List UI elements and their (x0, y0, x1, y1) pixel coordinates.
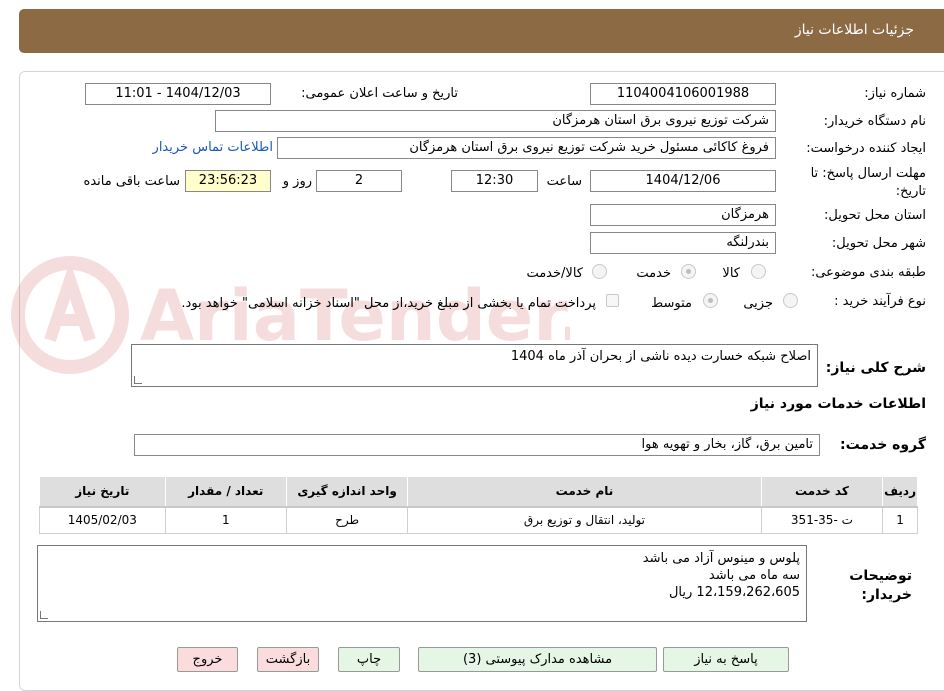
cell-need-date: 1405/02/03 (39, 506, 166, 534)
col-header-unit: واحد اندازه گیری (285, 476, 409, 508)
category-option-goods: کالا (722, 266, 740, 281)
time-label: ساعت (546, 174, 582, 189)
category-radio-goods[interactable] (751, 264, 766, 279)
print-button[interactable]: چاپ (338, 647, 400, 672)
days-label: روز و (282, 174, 312, 189)
process-label: نوع فرآیند خرید : (834, 294, 926, 309)
need-number-field: 1104004106001988 (590, 83, 776, 105)
requester-field: فروغ کاکائی مسئول خرید شرکت توزیع نیروی … (277, 137, 776, 159)
category-label: طبقه بندی موضوعی: (810, 265, 926, 280)
col-header-row-number: ردیف (882, 476, 918, 508)
contact-buyer-link[interactable]: اطلاعات تماس خریدار (153, 140, 273, 155)
services-table: ردیف کد خدمت نام خدمت واحد اندازه گیری ت… (39, 476, 918, 534)
buyer-org-field: شرکت توزیع نیروی برق استان هرمزگان (215, 110, 776, 132)
resize-grip-icon[interactable] (134, 376, 142, 384)
cell-service-name: تولید، انتقال و توزیع برق (407, 506, 762, 534)
requester-label: ایجاد کننده درخواست: (806, 141, 926, 156)
deadline-label: مهلت ارسال پاسخ: تا (810, 166, 926, 181)
notes-line-2: سه ماه می باشد (708, 568, 800, 583)
announce-field: 1404/12/03 - 11:01 (85, 83, 271, 105)
city-field: بندرلنگه (590, 232, 776, 254)
process-option-minor: جزیی (743, 296, 773, 311)
col-header-quantity: تعداد / مقدار (164, 476, 287, 508)
buyer-notes-textarea[interactable]: پلوس و مینوس آزاد می باشد سه ماه می باشد… (37, 545, 807, 622)
need-number-label: شماره نیاز: (864, 86, 926, 101)
remaining-time-field: 23:56:23 (185, 170, 271, 192)
page-header: جزئیات اطلاعات نیاز (19, 9, 944, 53)
cell-unit: طرح (285, 506, 409, 534)
buyer-org-label: نام دستگاه خریدار: (823, 114, 926, 129)
table-header-row: ردیف کد خدمت نام خدمت واحد اندازه گیری ت… (39, 476, 918, 508)
notes-line-3: 12،159،262،605 ریال (668, 585, 800, 600)
city-label: شهر محل تحویل: (831, 236, 926, 251)
col-header-need-date: تاریخ نیاز (39, 476, 166, 508)
page-title: جزئیات اطلاعات نیاز (794, 22, 914, 38)
exit-button[interactable]: خروج (177, 647, 238, 672)
summary-textarea[interactable]: اصلاح شبکه خسارت دیده ناشی از بحران آذر … (131, 344, 818, 387)
cell-row-number: 1 (882, 506, 918, 534)
back-button[interactable]: بازگشت (257, 647, 319, 672)
payment-note: پرداخت تمام یا بخشی از مبلغ خرید،از محل … (181, 296, 596, 311)
process-option-medium: متوسط (651, 296, 692, 311)
province-field: هرمزگان (590, 204, 776, 226)
process-radio-minor[interactable] (783, 293, 798, 308)
notes-label-buyer: خریدار: (861, 587, 912, 603)
reply-button[interactable]: پاسخ به نیاز (663, 647, 789, 672)
summary-label: شرح کلی نیاز: (825, 360, 926, 376)
category-radio-both[interactable] (592, 264, 607, 279)
days-field: 2 (316, 170, 402, 192)
category-option-both: کالا/خدمت (526, 266, 583, 281)
process-radio-medium[interactable] (703, 293, 718, 308)
remaining-label: ساعت باقی مانده (83, 174, 180, 189)
service-group-field: تامین برق، گاز، بخار و تهویه هوا (134, 434, 820, 456)
attachments-button[interactable]: مشاهده مدارک پیوستی (3) (418, 647, 657, 672)
col-header-service-code: کد خدمت (760, 476, 884, 508)
category-radio-service[interactable] (681, 264, 696, 279)
deadline-label-date: تاریخ: (895, 184, 926, 199)
cell-service-code: ت -35-351 (760, 506, 884, 534)
resize-grip-icon[interactable] (40, 611, 48, 619)
notes-label: توضیحات (849, 568, 912, 584)
announce-label: تاریخ و ساعت اعلان عمومی: (301, 86, 458, 101)
category-option-service: خدمت (636, 266, 671, 281)
col-header-service-name: نام خدمت (407, 476, 762, 508)
deadline-time-field: 12:30 (451, 170, 538, 192)
table-row: 1 ت -35-351 تولید، انتقال و توزیع برق طر… (39, 506, 918, 534)
service-group-label: گروه خدمت: (840, 437, 926, 453)
summary-text: اصلاح شبکه خسارت دیده ناشی از بحران آذر … (510, 349, 811, 364)
services-heading: اطلاعات خدمات مورد نیاز (750, 396, 926, 412)
treasury-checkbox[interactable] (606, 294, 619, 307)
notes-line-1: پلوس و مینوس آزاد می باشد (642, 551, 800, 566)
province-label: استان محل تحویل: (824, 208, 926, 223)
deadline-date-field: 1404/12/06 (590, 170, 776, 192)
cell-quantity: 1 (164, 506, 287, 534)
